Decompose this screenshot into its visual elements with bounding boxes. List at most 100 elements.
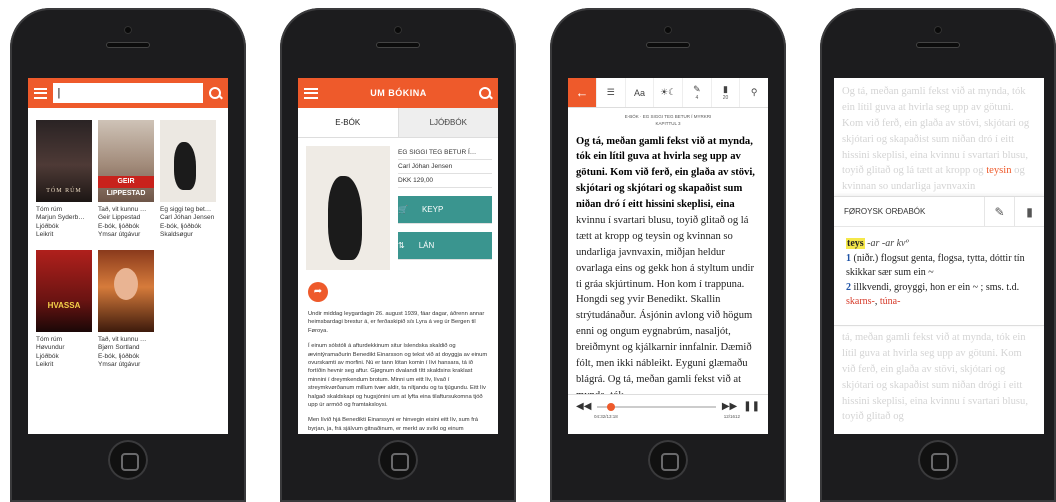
sense-number: 2 [846, 281, 851, 293]
book-author: Marjun Syderb… [36, 214, 85, 222]
book-card[interactable]: HVASSA Tóm rúm Høvundur Ljóðbók Leikrit [36, 249, 92, 370]
chapter-position: 12/1612 [723, 414, 740, 419]
book-grid: TÓM RÚM Tóm rúm Marjun Syderb… Ljóðbók L… [28, 108, 228, 382]
book-author: Bjørn Sortland [98, 344, 140, 352]
bookmark-icon: ▮ [723, 84, 728, 94]
compound-link[interactable]: skarns- [846, 296, 875, 307]
app-showcase: TÓM RÚM Tóm rúm Marjun Syderb… Ljóðbók L… [0, 0, 1056, 502]
book-author: Høvundur [36, 344, 65, 352]
book-card[interactable]: Tað, vit kunnu … Bjørn Sortland E-bók, l… [98, 249, 154, 370]
tab-ebook[interactable]: E-BÓK [298, 108, 398, 138]
reading-text[interactable]: Og tá, meðan gamli fekst við at mynda, t… [568, 128, 768, 408]
brightness-icon[interactable]: ☀☾ [653, 78, 682, 107]
book-card[interactable]: Eg siggi teg bet… Carl Jóhan Jensen E-bó… [160, 120, 216, 240]
earpiece-speaker [376, 42, 420, 48]
book-heading: E-BÓK · EG SIGGI TEG BETUR Í MYRKRI [624, 114, 712, 119]
book-cover[interactable]: GEIR LIPPESTAD [98, 120, 154, 202]
description-paragraph: Í einum sólstóli á afturdekkinum situr í… [308, 343, 488, 408]
phone-dictionary: Og tá, meðan gamli fekst við at mynda, t… [820, 8, 1056, 502]
home-button[interactable] [648, 440, 688, 480]
grammar-info: -ar -ar kvº [867, 238, 909, 249]
add-bookmark-icon[interactable]: ▮ [1014, 196, 1044, 227]
progress-slider[interactable] [597, 402, 716, 411]
font-label: Aa [634, 87, 646, 98]
share-icon[interactable]: ➦ [308, 282, 328, 302]
background-text: Og tá, meðan gamli fekst við at mynda, t… [834, 78, 1044, 201]
book-category: Leikrit [36, 231, 54, 239]
description-paragraph: Men lívið hjá Benedikti Einarssyni er hi… [308, 417, 479, 432]
selected-word[interactable]: teysin [986, 165, 1011, 176]
progress-handle[interactable] [607, 402, 616, 411]
book-category: Ymsar útgávur [98, 231, 141, 239]
buy-label: KEYP [421, 205, 444, 214]
reader-toolbar: ← ☰ Aa ☀☾ ✎ 4 ▮ 20 ⚲ [568, 78, 768, 108]
book-title: Eg siggi teg bet… [160, 206, 212, 213]
front-camera [394, 26, 402, 34]
loan-label: LÁN [418, 241, 435, 250]
book-title: Tóm rúm [36, 206, 62, 213]
book-author: Carl Jóhan Jensen [398, 160, 492, 174]
book-title: Tað, vit kunnu … [98, 206, 147, 213]
book-title: EG SIGGI TEG BETUR Í… [398, 146, 492, 160]
buy-button[interactable]: 🛒 KEYP [398, 196, 492, 224]
add-note-icon[interactable]: ✎ [984, 196, 1014, 227]
search-input[interactable] [53, 83, 204, 103]
faded-text: Og tá, meðan gamli fekst við at mynda, t… [842, 86, 1030, 177]
chapter-header: E-BÓK · EG SIGGI TEG BETUR Í MYRKRI KAPI… [568, 108, 768, 128]
earpiece-speaker [916, 42, 960, 48]
compound-link[interactable]: túna- [880, 296, 901, 307]
book-cover [306, 146, 390, 270]
book-title: Tað, vit kunnu … [98, 335, 147, 343]
book-title: Tóm rúm [36, 335, 62, 343]
home-button[interactable] [108, 440, 148, 480]
book-cover[interactable]: HVASSA [36, 249, 92, 332]
page-title: UM BÓKINA [370, 88, 427, 98]
bookmarks-button[interactable]: ▮ 20 [710, 78, 740, 107]
front-camera [124, 26, 132, 34]
search-icon[interactable] [209, 86, 222, 100]
book-cover[interactable] [160, 120, 216, 202]
book-card[interactable]: GEIR LIPPESTAD Tað, vit kunnu … Geir Lip… [98, 120, 154, 240]
home-button[interactable] [378, 440, 418, 480]
cover-title: TÓM RÚM [46, 188, 82, 195]
book-format: Ljóðbók [36, 352, 59, 360]
front-camera [934, 26, 942, 34]
menu-icon[interactable] [304, 87, 318, 99]
earpiece-speaker [106, 42, 150, 48]
cover-title: GEIR LIPPESTAD [98, 176, 154, 197]
pencil-icon: ✎ [693, 84, 701, 94]
body-text: kvinnu í svartari blusu, toyið glitað og… [576, 214, 754, 401]
tab-audiobook[interactable]: LJÓÐBÓK [397, 108, 498, 138]
phone-library: TÓM RÚM Tóm rúm Marjun Syderb… Ljóðbók L… [10, 8, 246, 502]
notes-button[interactable]: ✎ 4 [682, 78, 711, 107]
search-icon[interactable] [479, 86, 492, 100]
book-card[interactable]: TÓM RÚM Tóm rúm Marjun Syderb… Ljóðbók L… [36, 120, 92, 240]
back-arrow-icon[interactable]: ← [568, 78, 596, 107]
search-button[interactable]: ⚲ [739, 78, 768, 107]
notes-count: 4 [695, 95, 699, 101]
book-format: E-bók, ljóðbók [98, 352, 140, 360]
rewind-icon[interactable]: ◀◀ [576, 401, 591, 412]
book-category: Leikrit [36, 361, 54, 369]
book-price: DKK 129,00 [398, 174, 492, 188]
dictionary-screen: Og tá, meðan gamli fekst við at mynda, t… [834, 78, 1044, 434]
dictionary-entry: teys -ar -ar kvº 1 (niðr.) flogsut genta… [846, 238, 1025, 307]
headword: teys [846, 238, 865, 249]
font-size-button[interactable]: Aa [624, 78, 654, 107]
dictionary-title: FØROYSK ORÐABÓK [844, 207, 926, 216]
book-cover[interactable]: TÓM RÚM [36, 120, 92, 202]
book-cover[interactable] [98, 249, 154, 332]
loan-button[interactable]: ⇅ LÁN [398, 232, 492, 260]
audio-player: ◀◀ ▶▶ ❚❚ 04:32/13:18 12/1612 [568, 394, 768, 434]
chapter-heading: KAPITTUL 3 [655, 120, 681, 126]
sense-text: (niðr.) flogsut genta, flogsa, tytta, dó… [846, 252, 1025, 279]
book-format: Ljóðbók [36, 222, 59, 230]
sense-number: 1 [846, 252, 851, 264]
toc-icon[interactable]: ☰ [596, 78, 625, 107]
fast-forward-icon[interactable]: ▶▶ [722, 401, 737, 412]
dictionary-popup: FØROYSK ORÐABÓK ✎ ▮ teys -ar -ar kvº 1 (… [834, 196, 1044, 326]
phone-reader: ← ☰ Aa ☀☾ ✎ 4 ▮ 20 ⚲ E-BÓK · EG SIGGI TEG … [550, 8, 786, 502]
home-button[interactable] [918, 440, 958, 480]
pause-icon[interactable]: ❚❚ [743, 401, 760, 412]
menu-icon[interactable] [34, 87, 48, 99]
